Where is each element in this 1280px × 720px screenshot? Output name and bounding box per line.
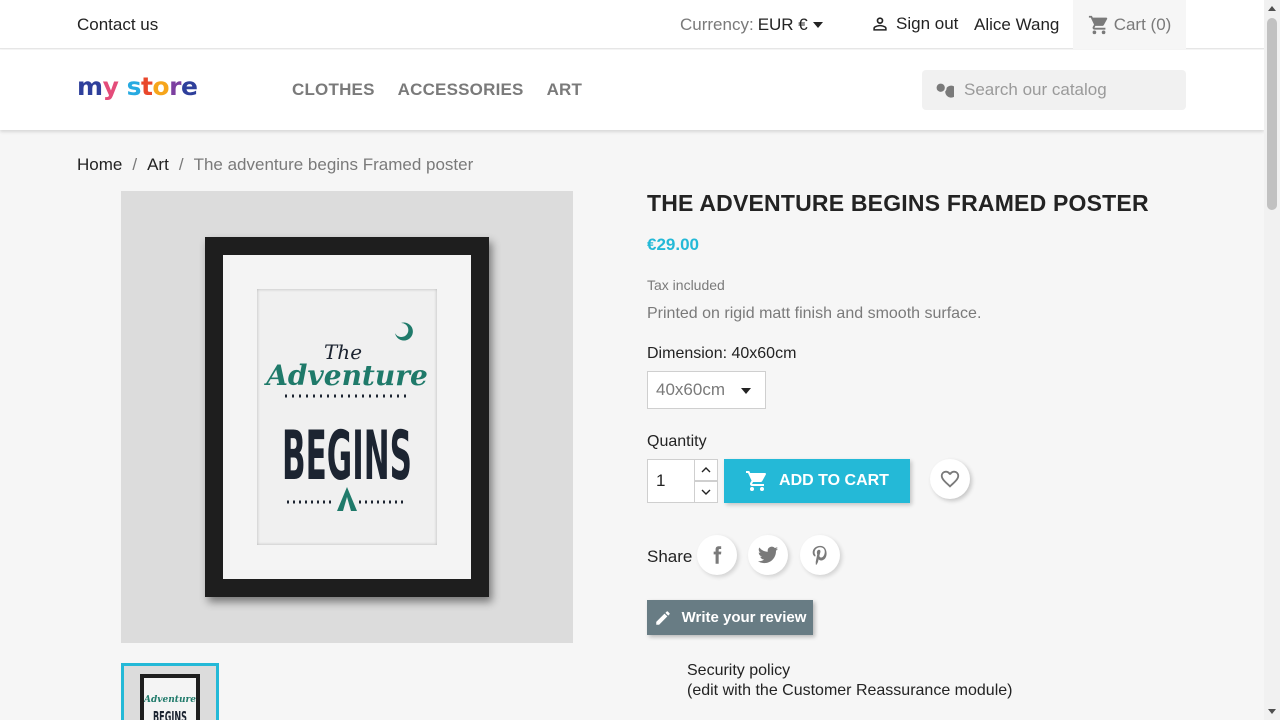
write-review-label: Write your review — [681, 609, 807, 626]
thumbnail-text-adventure: Adventure — [144, 695, 196, 705]
breadcrumb-home[interactable]: Home — [77, 155, 122, 175]
facebook-icon — [713, 546, 722, 564]
sign-out-label: Sign out — [896, 14, 959, 33]
thumbnail-frame: Adventure BEGINS — [140, 674, 200, 720]
cart-icon — [746, 471, 767, 491]
scrollbar-thumb[interactable] — [1267, 18, 1277, 210]
search-input[interactable] — [964, 80, 1164, 100]
nav-item-art[interactable]: ART — [547, 80, 583, 100]
search-box — [922, 70, 1186, 110]
quantity-increase-button[interactable] — [694, 459, 718, 481]
share-facebook-button[interactable] — [697, 535, 737, 575]
breadcrumb: Home / Art / The adventure begins Framed… — [77, 155, 473, 175]
security-policy-title: Security policy — [687, 662, 791, 679]
person-icon — [873, 17, 887, 31]
breadcrumb-separator: / — [132, 155, 138, 174]
site-header: my store CLOTHES ACCESSORIES ART — [0, 50, 1264, 130]
security-policy-note: (edit with the Customer Reassurance modu… — [687, 682, 1013, 699]
scroll-up-arrow-icon[interactable] — [1268, 6, 1276, 11]
currency-label: Currency: — [680, 15, 754, 34]
chevron-up-icon — [701, 467, 711, 473]
page-scrollbar[interactable] — [1264, 0, 1280, 720]
dimension-select[interactable]: 40x60cm — [647, 371, 766, 409]
breadcrumb-art[interactable]: Art — [147, 155, 169, 175]
currency-selector[interactable]: Currency: EUR € — [680, 15, 823, 35]
thumbnail-mat: Adventure BEGINS — [143, 678, 196, 720]
add-to-cart-label: ADD TO CART — [779, 472, 889, 489]
product-price: €29.00 — [647, 235, 699, 254]
nav-item-clothes[interactable]: CLOTHES — [292, 80, 375, 100]
thumbnail-graphic: Adventure BEGINS — [143, 695, 196, 720]
poster-frame: The Adventure BEGINS — [205, 237, 489, 597]
pinterest-icon — [812, 545, 827, 566]
account-name-link[interactable]: Alice Wang — [974, 15, 1059, 35]
caret-down-icon — [812, 22, 823, 28]
main-nav: CLOTHES ACCESSORIES ART — [292, 80, 582, 100]
share-label: Share — [647, 547, 693, 566]
share-pinterest-button[interactable] — [800, 535, 840, 575]
cart-label: Cart (0) — [1113, 14, 1172, 34]
product-title: THE ADVENTURE BEGINS FRAMED POSTER — [647, 190, 1149, 216]
tax-label: Tax included — [647, 277, 725, 293]
pencil-icon — [655, 610, 670, 625]
twitter-icon — [757, 546, 779, 564]
product-description: Printed on rigid matt finish and smooth … — [647, 305, 982, 322]
heart-icon — [940, 470, 960, 488]
thumbnail-text-begins: BEGINS — [153, 708, 187, 720]
currency-value: EUR € — [757, 15, 808, 34]
sign-out-link[interactable]: Sign out — [870, 14, 958, 34]
poster-graphic: The Adventure BEGINS — [263, 322, 428, 511]
dimension-label: Dimension: 40x60cm — [647, 345, 797, 362]
chevron-down-icon — [701, 489, 711, 495]
breadcrumb-current: The adventure begins Framed poster — [193, 155, 474, 174]
poster-text-begins: BEGINS — [282, 417, 412, 496]
dimension-value: 40x60cm — [656, 380, 725, 399]
add-to-cart-button[interactable]: ADD TO CART — [724, 459, 910, 503]
top-bar: Contact us Currency: EUR € Sign out Alic… — [0, 0, 1264, 49]
cart-icon — [1088, 15, 1107, 34]
wishlist-button[interactable] — [930, 459, 970, 499]
contact-us-link[interactable]: Contact us — [77, 15, 158, 35]
store-logo[interactable]: my store — [77, 72, 198, 101]
product-thumbnail[interactable]: Adventure BEGINS — [121, 663, 219, 720]
quantity-decrease-button[interactable] — [694, 481, 718, 503]
poster-text-adventure: Adventure — [263, 359, 428, 392]
share-twitter-button[interactable] — [748, 535, 788, 575]
quantity-label: Quantity — [647, 433, 707, 450]
caret-down-icon — [741, 388, 751, 394]
search-icon[interactable] — [932, 79, 954, 101]
poster-artwork: The Adventure BEGINS — [257, 289, 437, 545]
nav-item-accessories[interactable]: ACCESSORIES — [398, 80, 524, 100]
quantity-input[interactable]: 1 — [647, 459, 695, 503]
breadcrumb-separator: / — [178, 155, 184, 174]
product-cover-image[interactable]: The Adventure BEGINS — [121, 191, 573, 643]
security-policy: Security policy (edit with the Customer … — [687, 661, 1012, 701]
cart-button[interactable]: Cart (0) — [1073, 0, 1186, 49]
poster-mat: The Adventure BEGINS — [223, 255, 471, 579]
write-review-button[interactable]: Write your review — [647, 600, 813, 635]
scroll-down-arrow-icon[interactable] — [1268, 709, 1276, 714]
